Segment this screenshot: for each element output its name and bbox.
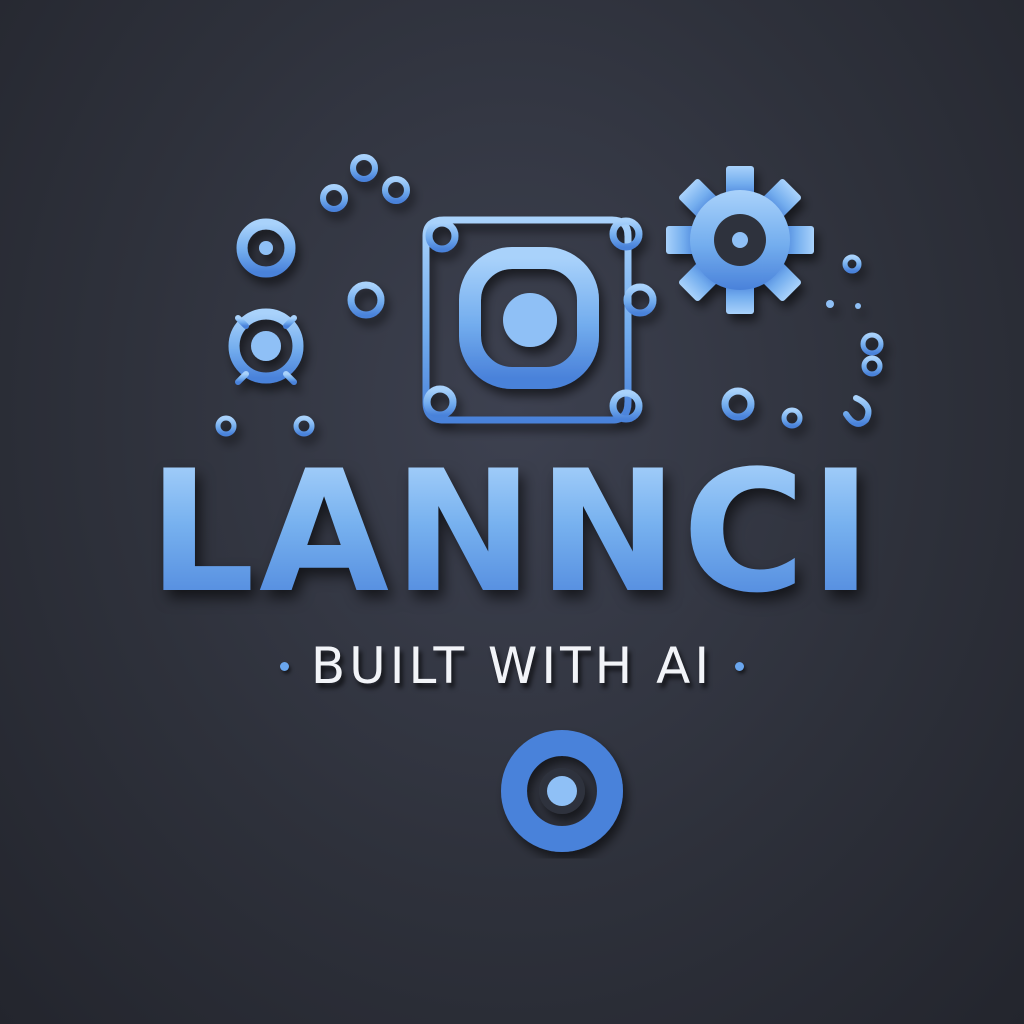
tagline-row: BUILT WITH AI	[0, 634, 1024, 698]
brand-name: LANNCI	[0, 448, 1024, 616]
tagline: BUILT WITH AI	[310, 637, 714, 695]
tagline-left-dot-icon	[279, 661, 289, 671]
circuit-traces-icon	[320, 154, 410, 445]
tagline-right-dot-icon	[735, 661, 745, 671]
left-circuit-icon	[207, 218, 325, 443]
gear-icon	[666, 166, 814, 314]
chip-icon	[422, 209, 657, 441]
target-circle-icon	[348, 730, 788, 852]
